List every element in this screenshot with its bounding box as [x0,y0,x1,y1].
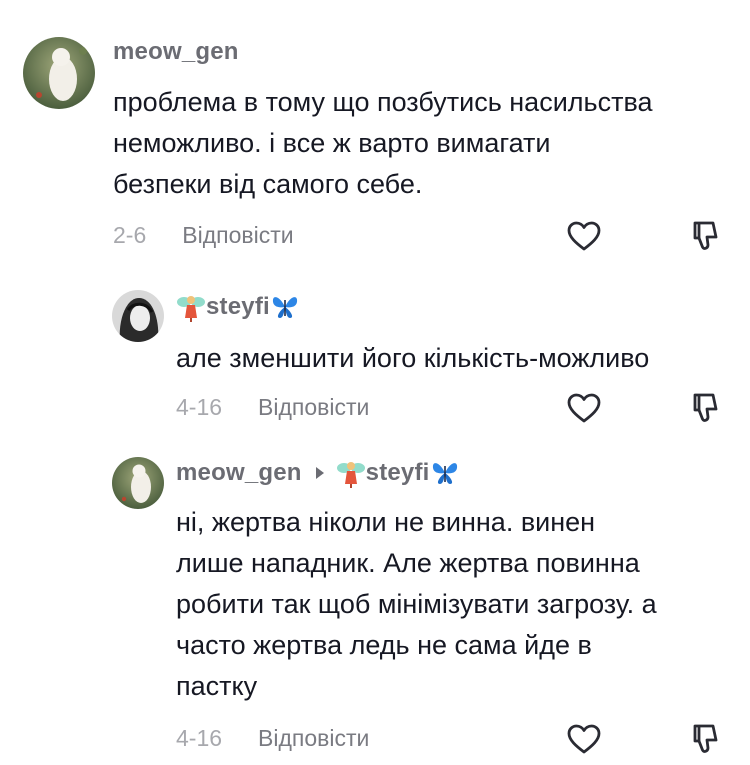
username-row: steyfi [176,292,300,322]
comment-text: проблема в тому що позбутись насильства … [113,87,653,199]
comment-date: 4-16 [176,394,223,420]
butterfly-emoji-icon [272,297,297,318]
comment-meta: 4-16 Відповісти [176,725,369,752]
thumbs-down-icon [693,393,718,422]
dislike-button[interactable] [686,390,722,426]
butterfly-emoji-icon [432,463,457,484]
username-row: meow_gen steyfi [176,458,460,488]
reply-button[interactable]: Відповісти [258,394,369,421]
comment-meta: 2-6 Відповісти [113,222,294,249]
avatar[interactable] [23,37,95,109]
avatar[interactable] [112,457,164,509]
avatar-image [23,37,95,109]
dislike-button[interactable] [686,218,722,254]
comment-3: meow_gen steyfi ні, жертва ніколи не вин… [0,440,750,765]
reply-to-username[interactable]: steyfi [366,459,430,487]
comment-date: 4-16 [176,725,223,751]
thumbs-down-icon [693,221,718,250]
fairy-emoji-icon [336,462,365,488]
comment-2: steyfi але зменшити його кількість-можли… [0,260,750,440]
comment-text: але зменшити його кількість-можливо [176,343,650,373]
reply-button[interactable]: Відповісти [258,725,369,752]
username-row: meow_gen [113,38,239,66]
dislike-button[interactable] [686,721,722,757]
thumbs-down-icon [693,724,718,753]
comment-date: 2-6 [113,222,147,248]
heart-icon [567,393,601,423]
username[interactable]: steyfi [206,293,270,321]
comment-meta: 4-16 Відповісти [176,394,369,421]
like-button[interactable] [566,218,602,254]
heart-icon [567,724,601,754]
username[interactable]: meow_gen [176,459,302,487]
fairy-emoji-icon [177,296,205,322]
like-button[interactable] [566,721,602,757]
comment-1: meow_gen проблема в тому що позбутись на… [0,0,750,260]
reply-arrow-icon [315,467,324,479]
avatar-image [112,457,164,509]
avatar-image [112,290,164,342]
avatar[interactable] [112,290,164,342]
comment-text: ні, жертва ніколи не винна. винен лише н… [176,507,657,701]
heart-icon [567,221,601,251]
reply-button[interactable]: Відповісти [182,222,293,249]
username[interactable]: meow_gen [113,38,239,66]
like-button[interactable] [566,390,602,426]
